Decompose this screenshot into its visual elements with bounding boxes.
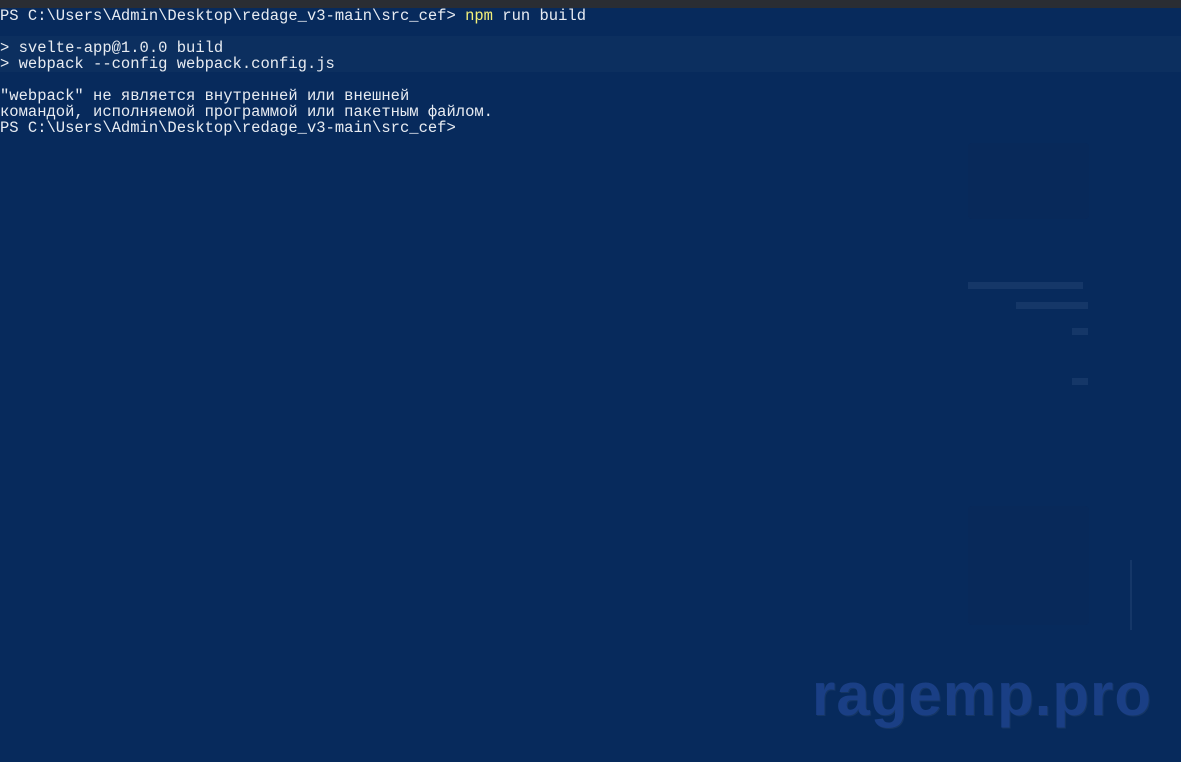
ghost-line-4 [1072, 378, 1088, 385]
screenshot: PS C:\Users\Admin\Desktop\redage_v3-main… [0, 0, 1181, 762]
terminal-line-error-1: "webpack" не является внутренней или вне… [0, 87, 410, 105]
ghost-thumbnail-2 [968, 506, 1089, 625]
ghost-line-5 [1130, 560, 1132, 630]
ghost-line-2 [1016, 302, 1088, 309]
terminal-line-build-script: > svelte-app@1.0.0 build [0, 39, 224, 57]
terminal-output: PS C:\Users\Admin\Desktop\redage_v3-main… [0, 8, 586, 136]
ghost-thumbnail-1 [968, 143, 1089, 219]
ghost-line-1 [968, 282, 1083, 289]
ghost-line-3 [1072, 328, 1088, 335]
terminal-line-command: PS C:\Users\Admin\Desktop\redage_v3-main… [0, 8, 586, 24]
terminal-line-prompt: PS C:\Users\Admin\Desktop\redage_v3-main… [0, 119, 456, 137]
terminal-command-args: run build [492, 7, 586, 25]
watermark-logo: ragemp.pro [812, 661, 1153, 728]
terminal-command: npm [465, 7, 493, 25]
terminal-line-webpack-cmd: > webpack --config webpack.config.js [0, 55, 335, 73]
terminal-prompt: PS C:\Users\Admin\Desktop\redage_v3-main… [0, 7, 466, 25]
terminal-line-error-2: командой, исполняемой программой или пак… [0, 103, 493, 121]
